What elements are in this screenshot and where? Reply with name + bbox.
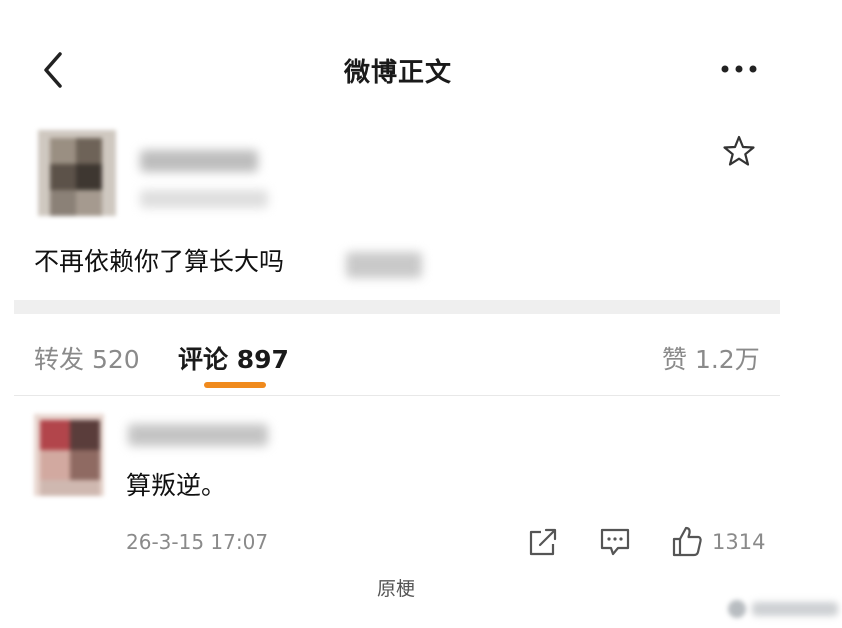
author-name-redacted	[140, 150, 258, 172]
interaction-tabs: 转发 520 评论 897 赞 1.2万	[0, 330, 842, 390]
commenter-name-redacted	[128, 424, 268, 446]
page-title: 微博正文	[343, 58, 452, 88]
favorite-button[interactable]	[722, 134, 756, 168]
author-avatar[interactable]	[38, 130, 116, 216]
more-button[interactable]	[716, 56, 762, 82]
emoji-redacted	[346, 252, 422, 278]
comment-timestamp: 26-3-15 17:07	[126, 530, 269, 554]
tab-likes[interactable]: 赞 1.2万	[662, 340, 760, 376]
share-external-icon	[529, 528, 557, 556]
section-divider	[14, 300, 780, 314]
star-outline-icon	[723, 135, 755, 166]
active-tab-indicator	[204, 382, 266, 388]
top-nav-bar: 微博正文	[0, 0, 842, 120]
comment-text: 算叛逆。	[126, 471, 227, 500]
like-button[interactable]: 1314	[670, 524, 770, 560]
like-count: 1314	[712, 530, 766, 554]
more-horizontal-icon	[721, 65, 757, 73]
post-meta-redacted	[140, 190, 268, 208]
thumbs-up-icon	[672, 526, 702, 557]
reply-button[interactable]	[598, 526, 632, 558]
comment-bubble-icon	[600, 528, 630, 556]
tab-repost[interactable]: 转发 520	[34, 340, 140, 376]
watermark-logo	[728, 592, 840, 622]
tab-comments[interactable]: 评论 897	[178, 340, 289, 376]
post-text: 不再依赖你了算长大吗	[34, 247, 285, 276]
image-caption: 原梗	[376, 578, 415, 600]
share-button[interactable]	[526, 526, 560, 558]
commenter-avatar[interactable]	[34, 414, 104, 496]
tabs-divider	[14, 395, 780, 396]
